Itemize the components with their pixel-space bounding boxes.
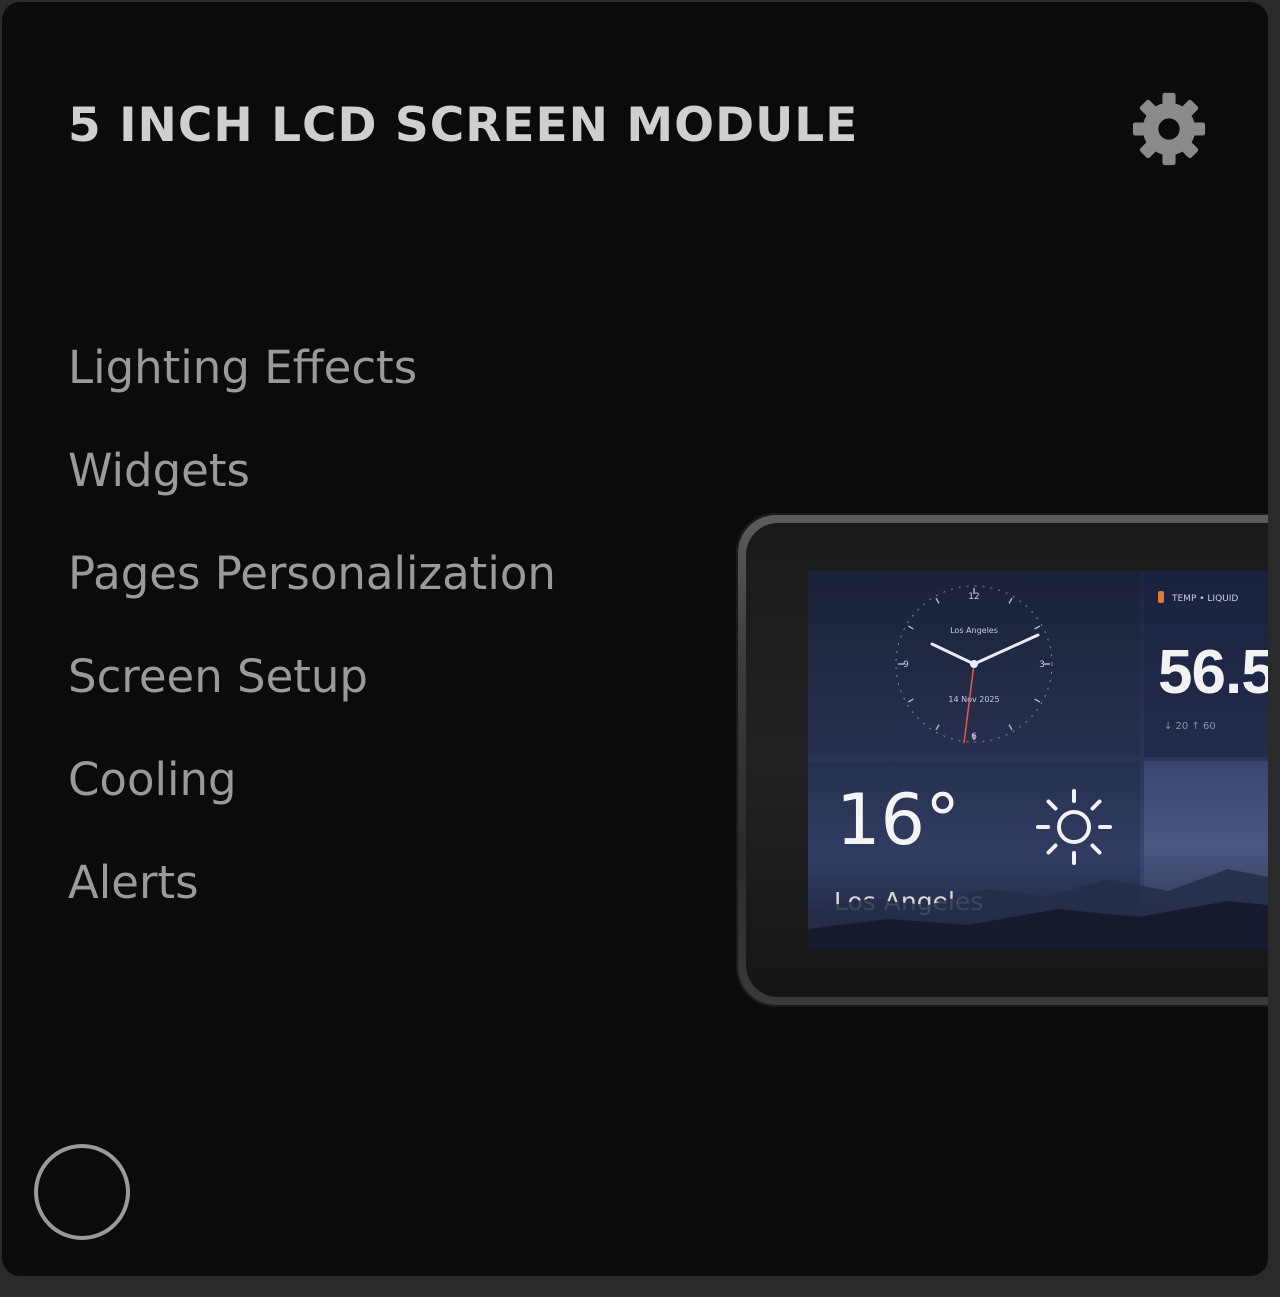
clock-tick: [907, 698, 914, 703]
clock-numeral-3: 3: [1039, 660, 1045, 670]
clock-widget: 12 3 6 9 Los Angeles 14 Nov 2025: [808, 571, 1140, 757]
clock-hour-hand: [930, 642, 976, 666]
menu-item-widgets[interactable]: Widgets: [68, 439, 556, 542]
mountain-background-image: [808, 869, 1268, 949]
clock-tick: [935, 597, 940, 604]
menu-item-lighting-effects[interactable]: Lighting Effects: [68, 336, 556, 439]
analog-clock-icon: 12 3 6 9 Los Angeles 14 Nov 2025: [895, 585, 1053, 744]
thermometer-icon: TEMP • LIQUID: [1158, 591, 1238, 604]
gear-icon[interactable]: [1128, 88, 1210, 170]
clock-date: 14 Nov 2025: [948, 695, 999, 704]
temp-header-label: TEMP • LIQUID: [1171, 594, 1238, 604]
lcd-device-preview: 12 3 6 9 Los Angeles 14 Nov 2025 TEMP • …: [736, 513, 1268, 1007]
clock-city: Los Angeles: [950, 626, 998, 635]
menu-item-screen-setup[interactable]: Screen Setup: [68, 645, 556, 748]
clock-tick: [1034, 698, 1041, 703]
clock-numeral-6: 6: [971, 732, 977, 742]
clock-tick: [1008, 724, 1013, 731]
menu-item-pages-personalization[interactable]: Pages Personalization: [68, 542, 556, 645]
temperature-value: 56.5: [1158, 638, 1268, 707]
clock-tick: [1008, 597, 1013, 604]
menu-item-cooling[interactable]: Cooling: [68, 748, 556, 851]
page-title: 5 INCH LCD SCREEN MODULE: [68, 98, 859, 153]
clock-tick: [1034, 625, 1041, 630]
settings-menu: Lighting Effects Widgets Pages Personali…: [68, 336, 556, 954]
circle-icon[interactable]: [34, 1144, 130, 1240]
clock-minute-hand: [972, 633, 1040, 666]
module-card: 5 INCH LCD SCREEN MODULE Lighting Effect…: [2, 2, 1268, 1276]
temperature-minmax: ↓ 20 ↑ 60: [1164, 721, 1216, 732]
clock-tick: [935, 724, 940, 731]
menu-item-alerts[interactable]: Alerts: [68, 851, 556, 954]
clock-tick: [907, 625, 914, 630]
temperature-widget: TEMP • LIQUID 56.5 ↓ 20 ↑ 60: [1144, 571, 1268, 757]
device-screen: 12 3 6 9 Los Angeles 14 Nov 2025 TEMP • …: [808, 571, 1268, 949]
clock-numeral-9: 9: [903, 660, 909, 670]
clock-numeral-12: 12: [968, 592, 979, 602]
